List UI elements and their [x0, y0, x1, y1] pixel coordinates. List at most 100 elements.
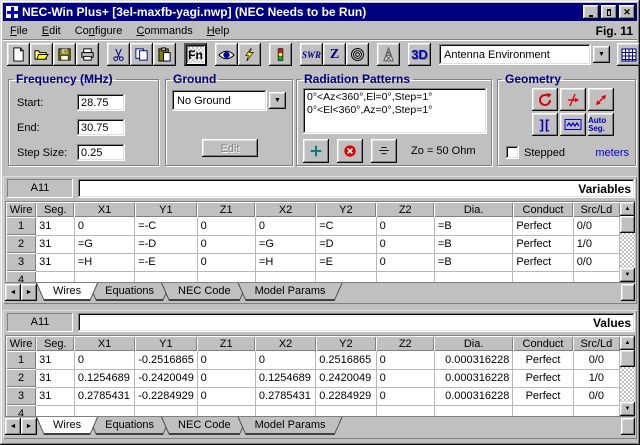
cell[interactable]: =H	[74, 253, 134, 271]
column-header[interactable]: X1	[74, 202, 134, 217]
tab-nec-code[interactable]: NEC Code	[161, 417, 248, 435]
tab-wires[interactable]: Wires	[36, 283, 98, 301]
cell[interactable]: 0/0	[573, 253, 619, 271]
cell[interactable]: 0	[197, 351, 255, 369]
close-button[interactable]: ✕	[619, 5, 635, 19]
column-header[interactable]: Y1	[135, 202, 197, 217]
cell[interactable]: 31	[36, 217, 74, 235]
column-header[interactable]: Z2	[376, 202, 434, 217]
cell[interactable]	[36, 405, 74, 416]
cell-reference-box[interactable]: A11	[7, 313, 73, 332]
cell[interactable]	[573, 405, 619, 416]
maximize-button[interactable]	[601, 5, 617, 19]
tab-model-params[interactable]: Model Params	[238, 417, 343, 435]
cell[interactable]	[573, 271, 619, 282]
column-header[interactable]: Wire	[6, 202, 36, 217]
paste-button[interactable]	[153, 43, 176, 66]
axis-button[interactable]	[560, 88, 586, 111]
cell[interactable]: Perfect	[513, 253, 573, 271]
cell[interactable]: -0.2284929	[135, 387, 197, 405]
cell[interactable]: 0.2785431	[255, 387, 315, 405]
cell[interactable]: 0	[197, 253, 255, 271]
scroll-down-button[interactable]: ▼	[620, 268, 635, 282]
cell[interactable]	[434, 405, 512, 416]
cell[interactable]: -0.2420049	[135, 369, 197, 387]
cell[interactable]: 0/0	[573, 351, 619, 369]
scrollbar-thumb[interactable]	[620, 350, 635, 367]
row-header[interactable]: 3	[6, 253, 36, 271]
cell[interactable]	[513, 405, 573, 416]
cell[interactable]: 1/0	[573, 235, 619, 253]
cell[interactable]	[255, 405, 315, 416]
column-header[interactable]: Src/Ld	[573, 202, 619, 217]
cell-reference-box[interactable]: A11	[7, 179, 73, 198]
column-header[interactable]: Wire	[6, 336, 36, 351]
cell[interactable]: Perfect	[513, 235, 573, 253]
column-header[interactable]: Dia.	[434, 202, 512, 217]
status-button[interactable]	[269, 43, 292, 66]
column-header[interactable]: Conduct	[513, 336, 573, 351]
cell[interactable]: 0.1254689	[255, 369, 315, 387]
cell[interactable]	[316, 405, 376, 416]
cell[interactable]: Perfect	[513, 351, 573, 369]
row-header[interactable]: 1	[6, 351, 36, 369]
fn-button[interactable]: Fn	[184, 43, 207, 66]
cell[interactable]: 0.2516865	[316, 351, 376, 369]
formula-bar[interactable]: Values	[78, 313, 635, 332]
swr-button[interactable]: SWR	[300, 43, 323, 66]
cell[interactable]: Perfect	[513, 369, 573, 387]
run-button[interactable]	[238, 43, 261, 66]
row-header[interactable]: 2	[6, 235, 36, 253]
cell[interactable]: 31	[36, 351, 74, 369]
dropdown-arrow-button[interactable]: ▼	[593, 46, 610, 63]
cell[interactable]: 0	[74, 351, 134, 369]
column-header[interactable]: X2	[255, 202, 315, 217]
cell[interactable]: =B	[434, 235, 512, 253]
cell[interactable]: =G	[255, 235, 315, 253]
tab-scroll-right-button[interactable]: ►	[21, 418, 37, 435]
cell[interactable]	[376, 405, 434, 416]
cell[interactable]: 0.000316228	[434, 387, 512, 405]
cell[interactable]	[135, 271, 197, 282]
minimize-button[interactable]	[583, 5, 599, 19]
ground-dropdown-arrow[interactable]: ▼	[269, 92, 286, 109]
scroll-up-button[interactable]: ▲	[620, 202, 635, 216]
cell[interactable]: 0	[376, 217, 434, 235]
print-button[interactable]	[76, 43, 99, 66]
save-button[interactable]	[53, 43, 76, 66]
menu-item-file[interactable]: File	[3, 24, 35, 38]
cell[interactable]: =-C	[135, 217, 197, 235]
cell[interactable]: =G	[74, 235, 134, 253]
cell[interactable]: 0	[74, 217, 134, 235]
cell[interactable]: =B	[434, 217, 512, 235]
vertical-scrollbar[interactable]: ▲ ▼	[620, 336, 635, 416]
column-header[interactable]: Seg.	[36, 336, 74, 351]
cell[interactable]: 0.2785431	[74, 387, 134, 405]
cell[interactable]: 0.000316228	[434, 369, 512, 387]
cell[interactable]: 0	[197, 217, 255, 235]
view-button[interactable]	[215, 43, 238, 66]
column-header[interactable]: Y2	[316, 336, 376, 351]
scrollbar-thumb[interactable]	[620, 216, 635, 233]
column-header[interactable]: Z1	[197, 202, 255, 217]
pattern-list[interactable]: 0°<Az<360°,El=0°,Step=1° 0°<El<360°,Az=0…	[303, 88, 487, 134]
cell[interactable]: 0	[376, 387, 434, 405]
cell[interactable]	[197, 405, 255, 416]
tab-scroll-right-button[interactable]: ►	[21, 284, 37, 301]
antenna-view-button[interactable]	[377, 43, 400, 66]
cell[interactable]: =-E	[135, 253, 197, 271]
tab-equations[interactable]: Equations	[88, 417, 171, 435]
tab-nec-code[interactable]: NEC Code	[161, 283, 248, 301]
center-pattern-button[interactable]	[371, 139, 397, 163]
spreadsheet-button[interactable]	[617, 43, 640, 66]
cell[interactable]: 0	[376, 253, 434, 271]
cell[interactable]	[434, 271, 512, 282]
tab-scroll-left-button[interactable]: ◄	[5, 418, 21, 435]
cell[interactable]: =C	[316, 217, 376, 235]
column-header[interactable]: X1	[74, 336, 134, 351]
cell[interactable]: =B	[434, 253, 512, 271]
tab-scroll-left-button[interactable]: ◄	[5, 284, 21, 301]
cell[interactable]: =E	[316, 253, 376, 271]
cell[interactable]: 1/0	[573, 369, 619, 387]
column-header[interactable]: Z1	[197, 336, 255, 351]
